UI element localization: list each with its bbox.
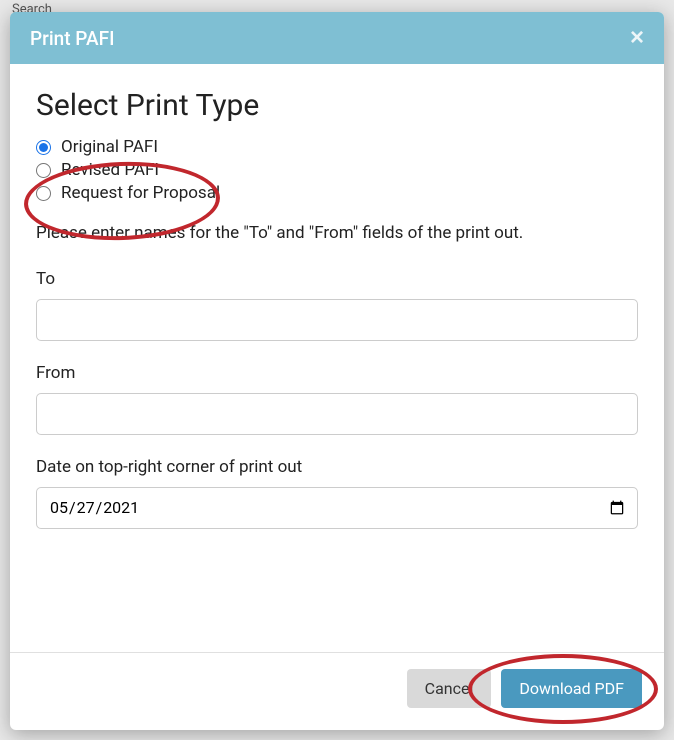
print-pafi-modal: Print PAFI × Select Print Type Original … — [10, 12, 664, 730]
instruction-text: Please enter names for the "To" and "Fro… — [36, 221, 638, 247]
radio-rfp[interactable] — [36, 186, 51, 201]
modal-title: Print PAFI — [30, 27, 114, 50]
close-icon[interactable]: × — [630, 26, 644, 50]
download-pdf-button[interactable]: Download PDF — [501, 669, 642, 708]
from-field-group: From — [36, 363, 638, 435]
radio-revised[interactable] — [36, 163, 51, 178]
date-input[interactable] — [36, 487, 638, 529]
to-input[interactable] — [36, 299, 638, 341]
section-title: Select Print Type — [36, 88, 638, 123]
radio-rfp-label[interactable]: Request for Proposal — [61, 183, 220, 203]
date-label: Date on top-right corner of print out — [36, 457, 638, 477]
modal-body: Select Print Type Original PAFI Revised … — [10, 64, 664, 652]
print-type-radio-group: Original PAFI Revised PAFI Request for P… — [36, 137, 638, 203]
modal-footer: Cancel Download PDF — [10, 652, 664, 730]
date-field-group: Date on top-right corner of print out — [36, 457, 638, 529]
to-field-group: To — [36, 269, 638, 341]
to-label: To — [36, 269, 638, 289]
modal-header: Print PAFI × — [10, 12, 664, 64]
cancel-button[interactable]: Cancel — [407, 669, 492, 708]
radio-original-label[interactable]: Original PAFI — [61, 137, 158, 157]
from-label: From — [36, 363, 638, 383]
from-input[interactable] — [36, 393, 638, 435]
radio-row-original: Original PAFI — [36, 137, 638, 157]
radio-revised-label[interactable]: Revised PAFI — [61, 160, 159, 180]
radio-row-rfp: Request for Proposal — [36, 183, 638, 203]
radio-row-revised: Revised PAFI — [36, 160, 638, 180]
radio-original[interactable] — [36, 140, 51, 155]
